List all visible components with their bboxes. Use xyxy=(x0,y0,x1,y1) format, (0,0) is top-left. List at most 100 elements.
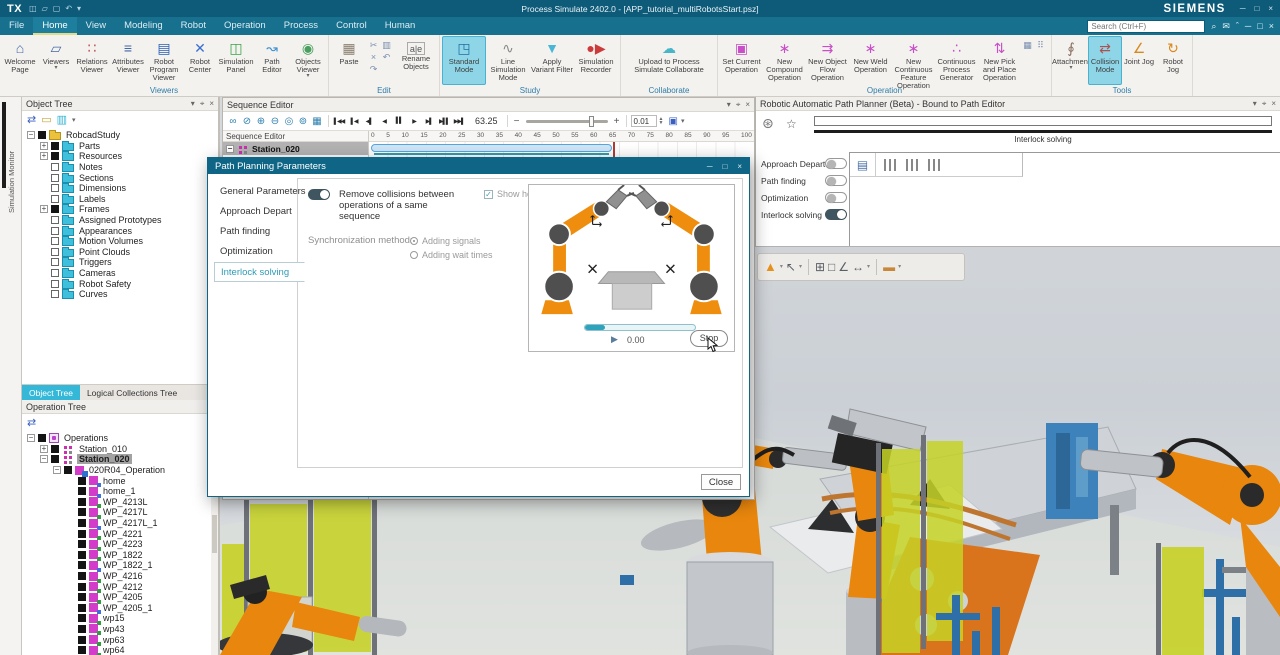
visibility-checkbox[interactable] xyxy=(78,583,86,591)
visibility-checkbox[interactable] xyxy=(78,593,86,601)
visibility-checkbox[interactable] xyxy=(78,551,86,559)
cone-icon[interactable]: ▲ xyxy=(764,254,777,280)
expand-toggle[interactable] xyxy=(226,145,234,153)
continuous-process-generator-button[interactable]: ∴ Continuous Process Generator xyxy=(935,36,978,85)
optimization-toggle[interactable] xyxy=(825,192,847,203)
visibility-checkbox[interactable] xyxy=(78,636,86,644)
welcome-page-button[interactable]: ⌂ Welcome Page xyxy=(2,36,38,85)
tree-row[interactable]: home_1 xyxy=(22,486,218,497)
undo-icon[interactable]: ↶ xyxy=(380,51,393,63)
objects-viewer-button[interactable]: ◉ Objects Viewer ▾ xyxy=(290,36,326,85)
tree-row[interactable]: Operations xyxy=(22,433,218,444)
visibility-checkbox[interactable] xyxy=(78,646,86,654)
new-continuous-feature-operation-button[interactable]: ∗ New Continuous Feature Operation xyxy=(892,36,935,85)
step-forward-button[interactable]: ▶▌ xyxy=(423,118,435,125)
expand-toggle[interactable] xyxy=(40,227,48,235)
simulation-panel-button[interactable]: ◫ Simulation Panel xyxy=(218,36,254,85)
menu-control[interactable]: Control xyxy=(327,17,376,35)
paint-icon[interactable]: ▬ xyxy=(883,254,895,280)
step-backward-button[interactable]: ◀▌ xyxy=(363,118,375,125)
caret-down-icon[interactable]: ▾ xyxy=(191,98,195,110)
close-icon[interactable]: × xyxy=(745,99,750,111)
joint-jog-button[interactable]: ∠ Joint Jog xyxy=(1122,36,1156,85)
approach-depart-toggle[interactable] xyxy=(825,158,847,169)
menu-robot[interactable]: Robot xyxy=(172,17,215,35)
line-simulation-mode-button[interactable]: ∿ Line Simulation Mode xyxy=(486,36,530,85)
expand-toggle[interactable] xyxy=(67,551,75,559)
dialog-tab[interactable]: Path finding xyxy=(214,222,299,242)
tree-tab[interactable]: Logical Collections Tree xyxy=(80,385,184,400)
jump-to-end-button[interactable]: ▶▶▌ xyxy=(453,118,465,125)
tree-row[interactable]: WP_4212 xyxy=(22,581,218,592)
close-icon[interactable]: × xyxy=(1268,4,1273,13)
zoom-window-icon[interactable]: ◎ xyxy=(282,116,296,127)
expand-toggle[interactable] xyxy=(67,583,75,591)
gantt-bar-station-020[interactable] xyxy=(371,144,612,152)
tree-row[interactable]: wp64 xyxy=(22,645,218,655)
capture-icon[interactable]: ▱ xyxy=(42,4,48,13)
visibility-checkbox[interactable] xyxy=(78,540,86,548)
radio-button[interactable] xyxy=(410,237,418,245)
play-backward-button[interactable]: ◀ xyxy=(378,118,390,125)
select-arrow-icon[interactable]: ↖ xyxy=(786,254,796,280)
chat-icon[interactable]: ✉ xyxy=(1222,22,1230,31)
tree-row[interactable]: Motion Volumes xyxy=(22,236,218,247)
maximize-icon[interactable]: □ xyxy=(722,162,727,171)
illustration-play-button[interactable]: ▶ xyxy=(611,334,618,345)
tree-sync-icon[interactable]: ⇄ xyxy=(27,416,36,429)
tree-row[interactable]: 020R04_Operation xyxy=(22,465,218,476)
simulation-monitor-tab[interactable]: Simulation Monitor xyxy=(7,103,16,213)
dialog-tab[interactable]: Interlock solving xyxy=(214,262,305,282)
menu-human[interactable]: Human xyxy=(376,17,425,35)
open-folder-icon[interactable]: ▭ xyxy=(41,113,51,126)
tree-row[interactable]: Resources xyxy=(22,151,218,162)
menu-operation[interactable]: Operation xyxy=(215,17,275,35)
new-compound-operation-button[interactable]: ∗ New Compound Operation xyxy=(763,36,806,85)
interlock-solving-toggle[interactable] xyxy=(825,209,847,220)
tree-row[interactable]: Station_020 xyxy=(22,454,218,465)
link-icon[interactable]: ∞ xyxy=(226,116,240,127)
new-pick-place-operation-button[interactable]: ⇅ New Pick and Place Operation xyxy=(978,36,1021,85)
expand-toggle[interactable] xyxy=(40,269,48,277)
tree-row[interactable]: Parts xyxy=(22,141,218,152)
viewers-button[interactable]: ▱ Viewers ▾ xyxy=(38,36,74,85)
expand-toggle[interactable] xyxy=(40,280,48,288)
menu-file[interactable]: File xyxy=(0,17,33,35)
visibility-checkbox[interactable] xyxy=(51,455,59,463)
columns-icon[interactable] xyxy=(906,159,918,171)
expand-toggle[interactable] xyxy=(67,614,75,622)
timeline-ruler[interactable]: 0510152025303540455055606570758085909510… xyxy=(369,131,754,142)
visibility-checkbox[interactable] xyxy=(78,604,86,612)
visibility-checkbox[interactable] xyxy=(78,530,86,538)
unlink-icon[interactable]: ⊘ xyxy=(240,116,254,127)
jump-to-start-button[interactable]: ▌◀◀ xyxy=(333,118,345,125)
tree-row[interactable]: Notes xyxy=(22,162,218,173)
copy-icon[interactable]: ▥ xyxy=(380,39,393,51)
visibility-checkbox[interactable] xyxy=(51,205,59,213)
maximize-icon[interactable]: □ xyxy=(1257,22,1262,31)
expand-toggle[interactable] xyxy=(67,498,75,506)
interval-backward-button[interactable]: ▌◀ xyxy=(348,118,360,125)
expand-toggle[interactable] xyxy=(67,593,75,601)
divider[interactable] xyxy=(808,259,809,275)
simulation-recorder-button[interactable]: ●▶ Simulation Recorder xyxy=(574,36,618,85)
visibility-checkbox[interactable] xyxy=(51,227,59,235)
visibility-checkbox[interactable] xyxy=(51,216,59,224)
expand-toggle[interactable] xyxy=(40,445,48,453)
close-icon[interactable]: × xyxy=(1271,98,1276,110)
robot-jog-button[interactable]: ↻ Robot Jog xyxy=(1156,36,1190,85)
dimension-icon[interactable]: ↔ xyxy=(852,254,864,280)
operation-dots-icon[interactable]: ⠿ xyxy=(1034,39,1047,51)
robot-program-viewer-button[interactable]: ▤ Robot Program Viewer xyxy=(146,36,182,85)
expand-toggle[interactable] xyxy=(67,625,75,633)
tree-row[interactable]: WP_4223 xyxy=(22,539,218,550)
scrollbar-thumb[interactable] xyxy=(212,515,217,553)
expand-toggle[interactable] xyxy=(40,184,48,192)
caret-down-icon[interactable]: ▾ xyxy=(72,116,76,124)
caret-down-icon[interactable]: ▾ xyxy=(799,254,802,280)
show-help-checkbox[interactable]: ✓ xyxy=(484,190,493,199)
expand-toggle[interactable] xyxy=(67,477,75,485)
minimize-icon[interactable]: ─ xyxy=(1245,22,1251,31)
dialog-tab[interactable]: Optimization xyxy=(214,242,299,262)
pin-icon[interactable]: ⌖ xyxy=(736,99,741,111)
